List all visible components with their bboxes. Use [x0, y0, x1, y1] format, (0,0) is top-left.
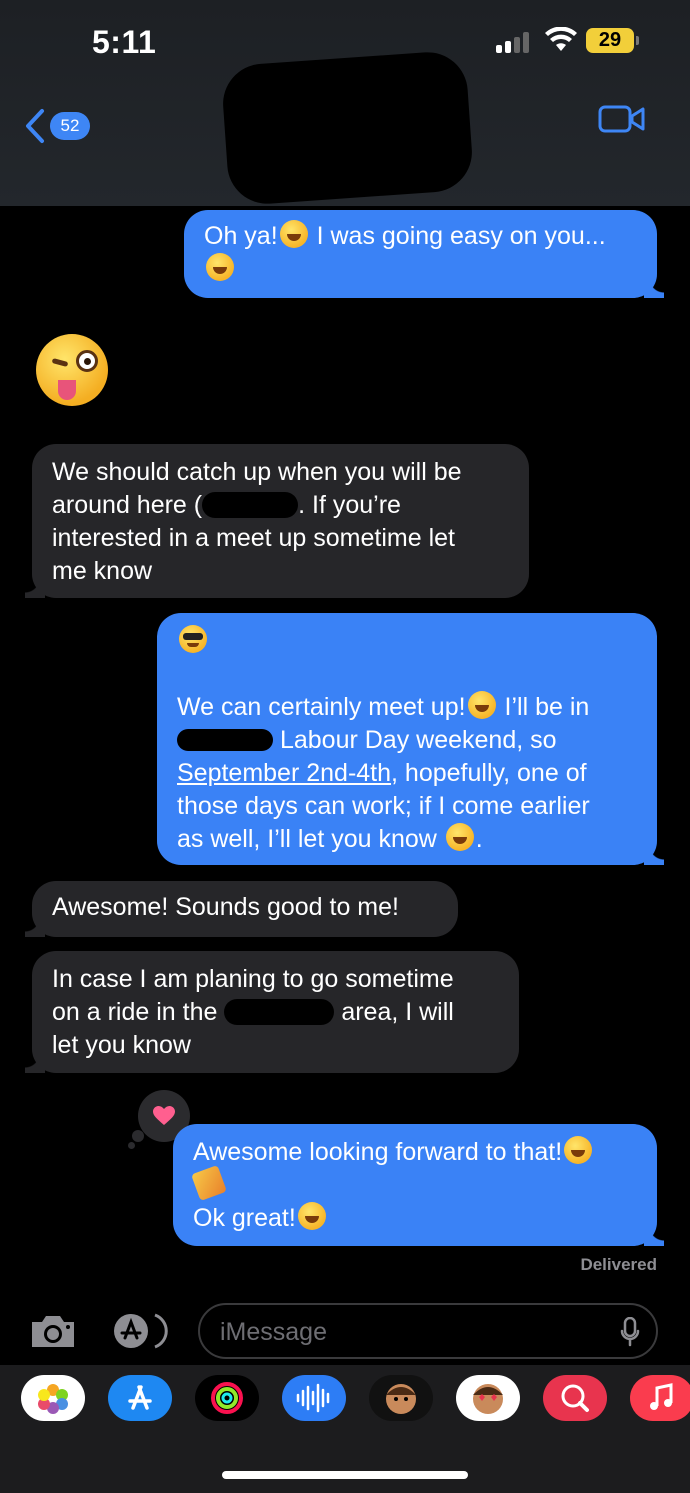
audio-message-icon[interactable] — [282, 1375, 346, 1421]
message-text: Awesome! Sounds good to me! — [52, 893, 399, 921]
date-link[interactable]: September 2nd-4th — [177, 759, 391, 787]
redacted-text — [224, 999, 335, 1025]
cellular-signal-icon — [496, 31, 532, 53]
party-popper-emoji-icon — [191, 1165, 227, 1201]
message-line: around here ( — [52, 491, 203, 519]
memoji-stickers-icon[interactable] — [456, 1375, 520, 1421]
incoming-message[interactable]: Awesome! Sounds good to me! — [25, 881, 458, 937]
message-line: those days can work; if I come earlier — [177, 792, 590, 820]
outgoing-message[interactable]: Oh ya! I was going easy on you... — [184, 210, 664, 298]
chevron-left-icon — [26, 109, 44, 143]
app-store-apps-icon[interactable] — [111, 1312, 173, 1350]
message-line: I’ll be in — [504, 693, 590, 721]
outgoing-message[interactable]: Awesome looking forward to that! Ok grea… — [173, 1124, 664, 1246]
message-line: We can certainly meet up! — [177, 693, 466, 721]
smiling-emoji-icon — [445, 823, 474, 851]
message-text: I was going easy on you... — [316, 222, 606, 250]
conversation-header: 5:11 29 52 — [0, 0, 690, 207]
message-line: Awesome looking forward to that! — [193, 1138, 563, 1166]
photos-icon — [38, 1384, 68, 1414]
heart-icon — [153, 1106, 175, 1125]
delivered-status: Delivered — [580, 1255, 657, 1274]
battery-indicator: 29 — [586, 28, 639, 53]
app-store-icon — [128, 1385, 152, 1410]
message-line: , hopefully, one of — [391, 759, 587, 787]
redacted-text — [177, 729, 273, 751]
images-search-icon[interactable] — [543, 1375, 607, 1421]
message-input-field[interactable] — [198, 1303, 658, 1359]
unread-count-badge: 52 — [50, 112, 90, 140]
music-icon — [650, 1383, 673, 1410]
message-line: interested in a meet up sometime let — [52, 524, 455, 552]
facetime-video-icon[interactable] — [598, 104, 646, 134]
back-button[interactable]: 52 — [24, 108, 104, 148]
message-line: me know — [52, 557, 153, 585]
memoji-icon[interactable] — [369, 1375, 433, 1421]
sunglasses-emoji-icon — [179, 625, 207, 653]
microphone-icon[interactable] — [620, 1317, 640, 1347]
audio-message-icon — [296, 1383, 330, 1413]
status-time: 5:11 — [92, 24, 157, 60]
tears-of-joy-emoji-icon — [206, 253, 234, 281]
contact-avatar-redacted[interactable] — [220, 49, 475, 207]
home-indicator[interactable] — [222, 1471, 468, 1479]
outgoing-message[interactable]: We can certainly meet up! I’ll be in Lab… — [157, 613, 664, 865]
wifi-icon — [545, 27, 577, 51]
message-line: In case I am planing to go sometime — [52, 965, 454, 993]
app-store-icon[interactable] — [108, 1375, 172, 1421]
incoming-message[interactable]: We should catch up when you will be arou… — [25, 444, 529, 598]
smiling-emoji-icon — [467, 691, 496, 719]
redacted-text — [202, 492, 299, 518]
music-icon[interactable] — [630, 1375, 690, 1421]
smiling-emoji-icon — [564, 1136, 593, 1164]
message-line: Labour Day weekend, so — [279, 726, 557, 754]
photos-icon[interactable] — [21, 1375, 85, 1421]
memoji-stickers-icon — [473, 1384, 503, 1414]
message-text: Oh ya! — [204, 222, 278, 250]
message-input[interactable] — [220, 1315, 600, 1349]
activity-icon — [211, 1382, 243, 1414]
tapback-tail — [132, 1130, 144, 1142]
message-line: area, I will — [341, 998, 454, 1026]
message-line: on a ride in the — [52, 998, 218, 1026]
camera-icon[interactable] — [28, 1312, 78, 1350]
message-line: . If you’re — [298, 491, 401, 519]
incoming-message[interactable]: In case I am planing to go sometime on a… — [25, 951, 519, 1073]
message-line: . — [475, 825, 483, 853]
message-line: as well, I’ll let you know — [177, 825, 437, 853]
winking-tongue-emoji-icon[interactable] — [36, 334, 108, 406]
images-search-icon — [561, 1384, 589, 1412]
laughing-emoji-icon — [279, 220, 308, 248]
message-line: let you know — [52, 1031, 191, 1059]
tapback-tail — [128, 1142, 135, 1149]
memoji-icon — [386, 1384, 416, 1414]
activity-icon[interactable] — [195, 1375, 259, 1421]
message-line: We should catch up when you will be — [52, 458, 462, 486]
smiling-emoji-icon — [297, 1202, 326, 1230]
message-line: Ok great! — [193, 1204, 296, 1232]
